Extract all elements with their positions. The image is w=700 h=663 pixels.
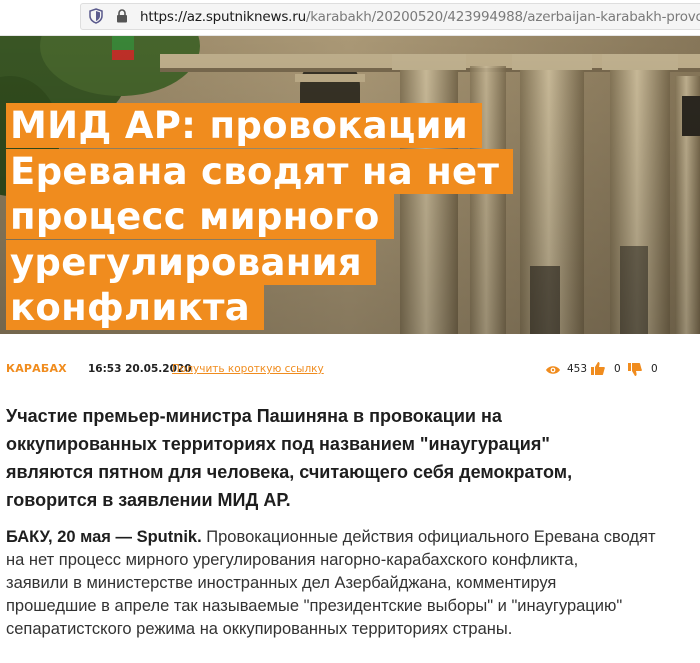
article-lead: Участие премьер-министра Пашиняна в пров… [6,402,696,514]
body-line: сепаратистского режима на оккупированных… [6,620,513,638]
dateline: БАКУ, 20 мая — Sputnik. [6,528,202,546]
body-line: заявили в министерстве иностранных дел А… [6,574,557,592]
likes-count: 0 [614,363,621,375]
article-meta: КАРАБАХ 16:53 20.05.2020 Получить коротк… [0,360,700,382]
browser-toolbar: https://az.sputniknews.ru/karabakh/20200… [0,0,700,36]
lead-line: говорится в заявлении МИД АР. [6,490,291,510]
shield-icon[interactable] [88,8,104,24]
article-body: БАКУ, 20 мая — Sputnik. Провокационные д… [6,526,696,641]
views-count: 453 [567,363,588,375]
headline-line: конфликта [6,285,265,331]
thumbs-up-icon[interactable] [591,362,605,375]
thumbs-down-icon[interactable] [628,363,642,376]
headline-line: процесс мирного [6,194,394,240]
lead-line: оккупированных территориях под названием… [6,434,550,454]
lead-line: являются пятном для человека, считающего… [6,462,573,482]
url-text[interactable]: https://az.sputniknews.ru/karabakh/20200… [140,9,700,25]
headline-line: МИД АР: провокации [6,103,483,148]
headline-line: урегулирования [6,239,376,285]
dislikes-count: 0 [651,363,658,375]
eye-icon [546,366,560,374]
hero-image: МИД АР: провокации Еревана сводят на нет… [0,36,700,334]
section-link[interactable]: КАРАБАХ [6,362,67,375]
lead-line: Участие премьер-министра Пашиняна в пров… [6,406,502,426]
headline-line: Еревана сводят на нет [6,148,514,194]
short-link-button[interactable]: Получить короткую ссылку [172,363,324,375]
body-line: на нет процесс мирного урегулирования на… [6,551,579,569]
body-text: Провокационные действия официального Ере… [201,528,656,546]
body-line: прошедшие в апреле так называемые "прези… [6,597,623,615]
body-line: БАКУ, 20 мая — Sputnik. Провокационные д… [6,526,696,549]
headline: МИД АР: провокации Еревана сводят на нет… [6,103,606,331]
lock-icon[interactable] [116,9,128,23]
